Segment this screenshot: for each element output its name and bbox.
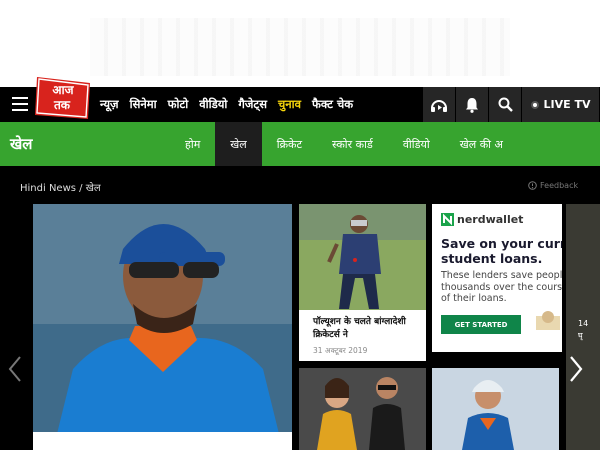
bell-icon[interactable] xyxy=(455,87,488,122)
ad-body-line3: of their loans. xyxy=(441,293,507,304)
nerdwallet-logo: nerdwallet xyxy=(441,213,523,226)
live-tv-label: LIVE TV xyxy=(543,98,591,111)
section-title: खेल xyxy=(10,135,33,153)
svg-text:तक: तक xyxy=(53,98,71,112)
breadcrumb-separator: / xyxy=(79,183,83,194)
partial-story-line1: 14 xyxy=(578,319,589,328)
carousel-next-arrow[interactable] xyxy=(566,354,586,384)
cricket-news-headline: पॉल्यूशन के चलते बांग्लादेशी क्रिकेटर्स … xyxy=(313,317,406,340)
section-tabs: होम खेल क्रिकेट स्कोर कार्ड वीडियो खेल की अ xyxy=(170,122,518,166)
svg-text:आज: आज xyxy=(52,83,74,97)
cricket-news-date: 31 अक्टूबर 2019 xyxy=(313,346,368,355)
top-ad-area xyxy=(0,0,600,87)
feedback-label: Feedback xyxy=(540,181,579,190)
section-tab-1[interactable]: खेल xyxy=(215,122,262,166)
podcast-icon[interactable] xyxy=(422,87,455,122)
carousel-prev-arrow[interactable] xyxy=(5,354,25,384)
nav-link-2[interactable]: फोटो xyxy=(168,97,189,112)
cricket-news-image xyxy=(299,204,426,310)
partial-story-text: 14 घृ xyxy=(578,318,588,342)
hamburger-menu-icon[interactable] xyxy=(12,97,28,111)
ad-body-line1: These lenders save people xyxy=(441,270,562,281)
featured-story-card[interactable] xyxy=(33,204,292,450)
live-tv-button[interactable]: LIVE TV xyxy=(521,87,599,122)
cricket-news-card[interactable]: पॉल्यूशन के चलते बांग्लादेशी क्रिकेटर्स … xyxy=(299,204,426,361)
live-dot-icon xyxy=(530,100,539,109)
section-tab-0[interactable]: होम xyxy=(170,122,215,166)
breadcrumb-home-link[interactable]: Hindi News xyxy=(20,183,76,194)
nav-link-1[interactable]: सिनेमा xyxy=(130,97,157,112)
ad-body-line2: thousands over the cours xyxy=(441,281,562,293)
nav-link-6[interactable]: फैक्ट चेक xyxy=(312,97,353,112)
section-tab-2[interactable]: क्रिकेट xyxy=(262,122,317,166)
story-card-couple[interactable] xyxy=(299,368,426,450)
nav-link-5[interactable]: चुनाव xyxy=(278,97,301,112)
story-card-player-image xyxy=(432,368,559,450)
section-tab-3[interactable]: स्कोर कार्ड xyxy=(317,122,388,166)
nav-link-4[interactable]: गैजेट्स xyxy=(238,97,267,112)
nav-icons: LIVE TV xyxy=(422,87,599,122)
ad-headline-line1: Save on your curren xyxy=(441,236,562,251)
ad-body: These lenders save people thousands over… xyxy=(441,270,562,305)
breadcrumb: Hindi News / खेल xyxy=(20,180,101,194)
section-tab-5[interactable]: खेल की अ xyxy=(445,122,518,166)
search-icon[interactable] xyxy=(488,87,521,122)
feedback-link[interactable]: Feedback xyxy=(528,181,578,190)
featured-story-image xyxy=(33,204,292,450)
section-tab-4[interactable]: वीडियो xyxy=(388,122,445,166)
section-bar: खेल होम खेल क्रिकेट स्कोर कार्ड वीडियो खेल की… xyxy=(0,122,600,166)
ad-headline-line2: student loans. xyxy=(441,251,543,266)
story-card-couple-image xyxy=(299,368,426,450)
nav-link-3[interactable]: वीडियो xyxy=(199,97,227,112)
partial-story-line2: घृ xyxy=(578,331,583,340)
primary-nav-links: न्यूज़ सिनेमा फोटो वीडियो गैजेट्स चुनाव फैक्ट … xyxy=(100,87,364,122)
story-card-player[interactable] xyxy=(432,368,559,450)
chevron-right-icon xyxy=(570,356,583,382)
chevron-left-icon xyxy=(8,356,21,382)
nerdwallet-logo-icon xyxy=(441,213,454,226)
feedback-icon xyxy=(528,181,537,190)
top-navigation: आज तक न्यूज़ सिनेमा फोटो वीडियो गैजेट्स चुनाव… xyxy=(0,77,600,122)
ad-illustration xyxy=(536,311,560,330)
ad-brand: nerdwallet xyxy=(457,213,524,226)
ad-placeholder xyxy=(90,18,510,76)
ad-cta-button[interactable]: GET STARTED xyxy=(441,315,521,334)
breadcrumb-current: खेल xyxy=(85,183,101,194)
sponsored-ad-card[interactable]: nerdwallet Save on your curren student l… xyxy=(432,204,562,352)
nav-link-0[interactable]: न्यूज़ xyxy=(100,97,119,112)
aajtak-logo[interactable]: आज तक xyxy=(34,75,92,121)
ad-headline: Save on your curren student loans. xyxy=(441,236,562,266)
